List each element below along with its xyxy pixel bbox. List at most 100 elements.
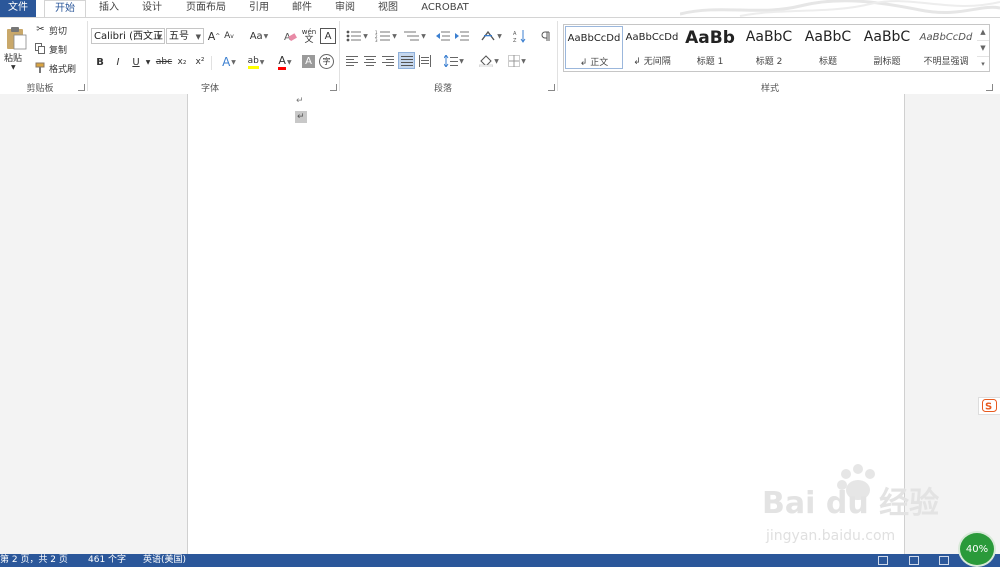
character-shading-label: A — [305, 56, 312, 67]
style-sample: AaBb — [685, 28, 735, 48]
align-center-icon[interactable] — [363, 54, 377, 68]
web-layout-icon[interactable] — [939, 556, 949, 565]
gallery-more-icon[interactable]: ▾ — [977, 57, 989, 72]
increase-indent-icon[interactable] — [454, 28, 470, 44]
numbering-icon: 123 — [375, 30, 391, 42]
print-layout-icon[interactable] — [909, 556, 919, 565]
document-page[interactable]: ↵ ↵ — [187, 94, 905, 554]
copy-icon — [34, 42, 47, 54]
line-spacing-button[interactable]: ▼ — [442, 54, 466, 68]
subscript-button[interactable]: x₂ — [175, 54, 189, 70]
superscript-button[interactable]: x² — [193, 54, 207, 70]
tab-insert[interactable]: 插入 — [92, 0, 126, 17]
character-border-label: A — [324, 30, 332, 42]
font-dialog-launcher[interactable] — [330, 84, 337, 91]
tab-mailings[interactable]: 邮件 — [285, 0, 319, 17]
gallery-scroll-up-icon[interactable]: ▲ — [977, 25, 989, 41]
multilevel-list-button[interactable]: ▼ — [402, 28, 428, 44]
styles-dialog-launcher[interactable] — [986, 84, 993, 91]
tab-references[interactable]: 引用 — [242, 0, 276, 17]
font-size-combo[interactable]: 五号 ▼ — [166, 28, 204, 44]
style-heading-1[interactable]: AaBb 标题 1 — [681, 26, 739, 69]
styles-group-label: 样式 — [760, 84, 779, 94]
tab-design[interactable]: 设计 — [135, 0, 169, 17]
borders-button[interactable]: ▼ — [504, 54, 530, 68]
paste-button[interactable] — [3, 24, 29, 52]
character-shading-button[interactable]: A — [302, 55, 315, 68]
font-color-label: A — [278, 54, 286, 70]
decrease-indent-icon[interactable] — [435, 28, 451, 44]
style-sample: AaBbCcDd — [919, 32, 973, 43]
percentage-badge[interactable]: 40% — [958, 531, 996, 567]
phonetic-guide-button[interactable]: wén 文 — [301, 26, 317, 46]
gallery-scroll-down-icon[interactable]: ▼ — [977, 41, 989, 57]
align-right-icon[interactable] — [381, 54, 395, 68]
selected-paragraph-mark: ↵ — [295, 111, 307, 123]
tab-review[interactable]: 审阅 — [328, 0, 362, 17]
font-name-combo[interactable]: Calibri (西文正 ▼ — [91, 28, 165, 44]
word-count[interactable]: 461 个字 — [88, 554, 126, 567]
shrink-font-button[interactable]: Av — [223, 28, 235, 44]
font-color-button[interactable]: A ▼ — [272, 54, 298, 70]
style-heading-2[interactable]: AaBbC 标题 2 — [740, 26, 798, 69]
italic-button[interactable]: I — [111, 54, 125, 70]
grow-font-button[interactable]: A ^ — [208, 28, 221, 44]
show-formatting-marks-icon[interactable] — [538, 28, 554, 44]
read-mode-icon[interactable] — [878, 556, 888, 565]
change-case-button[interactable]: Aa ▼ — [246, 28, 272, 44]
tab-page-layout[interactable]: 页面布局 — [180, 0, 232, 17]
text-effects-button[interactable]: A ▼ — [218, 54, 240, 70]
paste-label: 粘贴 — [4, 54, 23, 64]
paste-dropdown-arrow[interactable]: ▼ — [11, 64, 16, 71]
clear-formatting-icon[interactable]: A — [282, 28, 298, 44]
document-area: ↵ ↵ — [0, 94, 1000, 554]
paste-icon — [7, 27, 27, 50]
page-count[interactable]: 第 2 页，共 2 页 — [0, 554, 68, 567]
ribbon-tab-bar: 文件 开始 插入 设计 页面布局 引用 邮件 审阅 视图 ACROBAT — [0, 0, 1000, 18]
underline-dropdown[interactable]: ▼ — [144, 54, 152, 70]
chevron-down-icon: ▼ — [195, 33, 201, 41]
bold-button[interactable]: B — [93, 54, 107, 70]
format-painter-button[interactable]: 格式刷 — [49, 62, 76, 75]
numbering-button[interactable]: 1 2 3 ▼ — [373, 28, 399, 44]
bullets-button[interactable]: ▼ — [344, 28, 370, 44]
line-spacing-icon — [444, 55, 459, 67]
justify-icon[interactable] — [398, 52, 415, 69]
style-subtitle[interactable]: AaBbC 副标题 — [858, 26, 916, 69]
ime-toolbar[interactable]: S — [978, 397, 1000, 415]
style-name: 副标题 — [873, 57, 901, 67]
character-border-button[interactable]: A — [320, 28, 336, 44]
borders-icon — [508, 55, 521, 67]
style-normal[interactable]: AaBbCcDd ↲ 正文 — [565, 26, 623, 69]
copy-button[interactable]: 复制 — [49, 43, 67, 56]
tab-view[interactable]: 视图 — [371, 0, 405, 17]
align-left-icon[interactable] — [345, 54, 359, 68]
cut-button[interactable]: 剪切 — [49, 24, 67, 37]
change-case-label: Aa — [249, 30, 263, 42]
highlight-button[interactable]: ab ▼ — [243, 54, 269, 70]
ribbon: 粘贴 ▼ ✂ 剪切 复制 格式刷 剪贴板 Calibri (西文正 ▼ 五号 ▼… — [0, 17, 1000, 95]
enclose-characters-button[interactable]: 字 — [319, 54, 334, 69]
language-indicator[interactable]: 英语(美国) — [143, 554, 186, 567]
font-size-value: 五号 — [169, 31, 189, 42]
style-name: 标题 — [818, 57, 837, 67]
clipboard-dialog-launcher[interactable] — [78, 84, 85, 91]
paragraph-dialog-launcher[interactable] — [548, 84, 555, 91]
style-name: 标题 1 — [696, 57, 724, 67]
tab-file[interactable]: 文件 — [0, 0, 36, 17]
tab-home[interactable]: 开始 — [44, 0, 86, 18]
tab-acrobat[interactable]: ACROBAT — [416, 0, 474, 17]
chinese-layout-icon — [481, 30, 495, 41]
shading-button[interactable]: ▼ — [476, 54, 502, 68]
underline-button[interactable]: U — [129, 54, 143, 70]
chinese-layout-button[interactable]: ▼ — [478, 28, 504, 44]
style-subtle-emphasis[interactable]: AaBbCcDd 不明显强调 — [917, 26, 975, 69]
svg-text:3: 3 — [375, 38, 378, 42]
font-name-value: Calibri (西文正 — [94, 31, 163, 42]
style-no-spacing[interactable]: AaBbCcDd ↲ 无间隔 — [623, 26, 681, 69]
strikethrough-button[interactable]: abc — [155, 54, 173, 70]
styles-gallery: AaBbCcDd ↲ 正文 AaBbCcDd ↲ 无间隔 AaBb 标题 1 A… — [563, 24, 978, 72]
distributed-icon[interactable] — [418, 54, 432, 68]
sort-icon[interactable]: AZ — [512, 28, 528, 44]
style-title[interactable]: AaBbC 标题 — [799, 26, 857, 69]
